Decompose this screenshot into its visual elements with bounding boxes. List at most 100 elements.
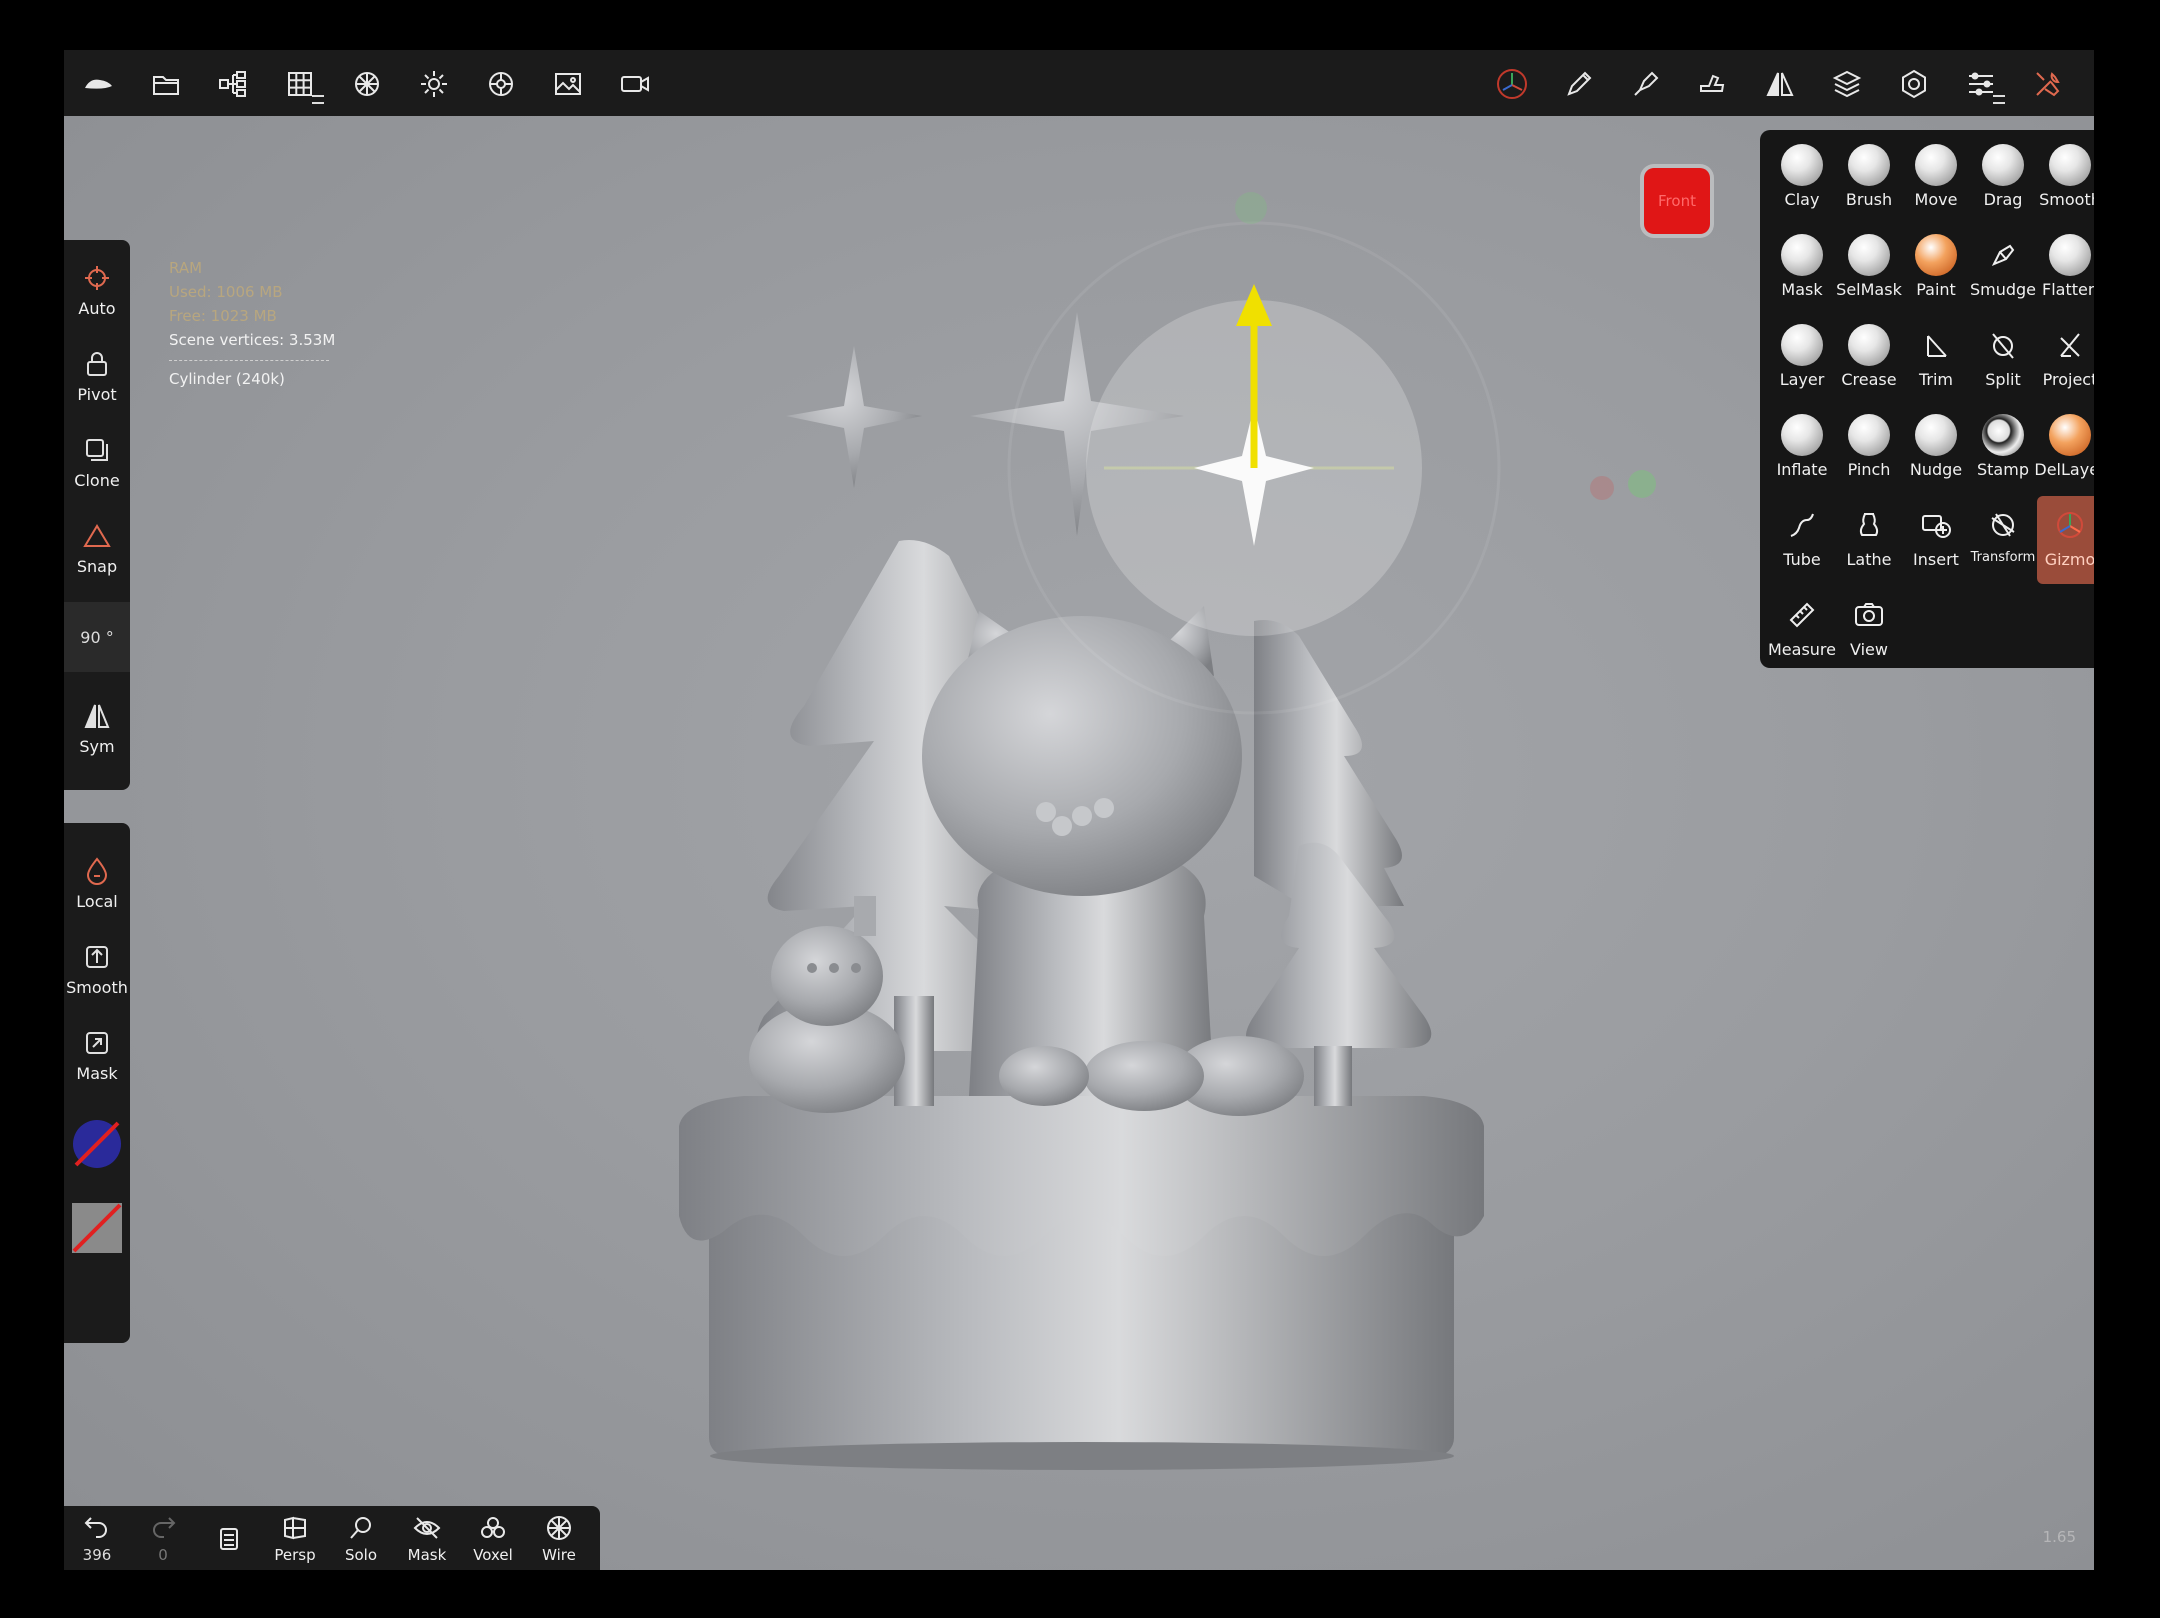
tool-selmask[interactable]: SelMask xyxy=(1836,226,1902,314)
search-icon xyxy=(350,1517,371,1539)
tool-measure[interactable]: Measure xyxy=(1768,586,1836,674)
tool-crease[interactable]: Crease xyxy=(1836,316,1902,404)
clay-icon xyxy=(1781,144,1823,186)
mask-icon xyxy=(1781,234,1823,276)
sym-label: Sym xyxy=(79,736,115,756)
crease-icon xyxy=(1848,324,1890,366)
undo-count: 396 xyxy=(82,1546,112,1564)
redo-button[interactable]: 0 xyxy=(130,1510,196,1568)
tools-panel: Clay Brush Move Drag Smooth Mask SelMask… xyxy=(1760,130,2094,668)
voxel-button[interactable]: Voxel xyxy=(460,1510,526,1568)
trim-icon xyxy=(1915,324,1957,366)
stamp-icon xyxy=(1982,414,2024,456)
settings-icon[interactable] xyxy=(1892,62,1936,106)
tool-view[interactable]: View xyxy=(1836,586,1902,674)
tool-smudge[interactable]: Smudge xyxy=(1970,226,2036,314)
tool-inflate[interactable]: Inflate xyxy=(1769,406,1835,494)
drag-icon xyxy=(1982,144,2024,186)
mask-visibility-button[interactable]: Mask xyxy=(394,1510,460,1568)
ram-free: Free: 1023 MB xyxy=(169,307,277,325)
app-logo-icon[interactable] xyxy=(76,62,120,106)
mask-toggle[interactable]: Mask xyxy=(64,1015,130,1095)
tool-tube[interactable]: Tube xyxy=(1769,496,1835,584)
view-cube-front[interactable]: Front xyxy=(1644,168,1710,234)
perspective-icon xyxy=(284,1516,306,1540)
pivot-button[interactable]: Pivot xyxy=(64,336,130,416)
view-camera-icon xyxy=(1848,594,1890,636)
tool-mask[interactable]: Mask xyxy=(1769,226,1835,314)
material-icon[interactable] xyxy=(345,62,389,106)
tool-nudge[interactable]: Nudge xyxy=(1903,406,1969,494)
tool-drag[interactable]: Drag xyxy=(1970,136,2036,224)
tool-flatten[interactable]: Flatten xyxy=(2037,226,2094,314)
clone-button[interactable]: Clone xyxy=(64,422,130,502)
sym-button[interactable]: Sym xyxy=(64,688,130,768)
color-swatch[interactable] xyxy=(72,1119,122,1169)
symmetry-icon[interactable] xyxy=(1758,62,1802,106)
left-panel-brush: Local Smooth Mask xyxy=(64,823,130,1343)
tool-move[interactable]: Move xyxy=(1903,136,1969,224)
tool-brush[interactable]: Brush xyxy=(1836,136,1902,224)
solo-button[interactable]: Solo xyxy=(328,1510,394,1568)
nudge-icon xyxy=(1915,414,1957,456)
auto-label: Auto xyxy=(78,298,116,318)
undo-icon xyxy=(84,1517,107,1538)
light-icon[interactable] xyxy=(412,62,456,106)
filter-icon[interactable] xyxy=(479,62,523,106)
selected-object: Cylinder (240k) xyxy=(169,370,285,388)
snap-angle-field[interactable]: 90 ° xyxy=(64,602,130,672)
mask-label: Mask xyxy=(76,1063,118,1083)
tool-transform[interactable]: Transform xyxy=(1970,496,2036,584)
wire-button[interactable]: Wire xyxy=(526,1510,592,1568)
auto-button[interactable]: Auto xyxy=(64,250,130,330)
smudge-tool-icon[interactable] xyxy=(1691,62,1735,106)
gizmo-axis-icon[interactable] xyxy=(1490,62,1534,106)
tool-split[interactable]: Split xyxy=(1970,316,2036,404)
transform-icon xyxy=(1982,504,2024,546)
tool-dellayer[interactable]: DelLayer xyxy=(2034,406,2094,494)
move-icon xyxy=(1915,144,1957,186)
tools-icon[interactable] xyxy=(2026,62,2070,106)
tool-stamp[interactable]: Stamp xyxy=(1970,406,2036,494)
tool-insert[interactable]: Insert xyxy=(1903,496,1969,584)
menu-button[interactable] xyxy=(196,1510,262,1568)
pen-icon[interactable] xyxy=(1557,62,1601,106)
layers-icon[interactable] xyxy=(1825,62,1869,106)
brush-icon xyxy=(1848,144,1890,186)
tool-gizmo[interactable]: Gizmo xyxy=(2037,496,2094,584)
sliders-icon[interactable] xyxy=(1959,62,2005,106)
voxel-icon xyxy=(481,1517,505,1538)
tool-pinch[interactable]: Pinch xyxy=(1836,406,1902,494)
camera-icon[interactable] xyxy=(613,62,657,106)
persp-button[interactable]: Persp xyxy=(262,1510,328,1568)
snap-button[interactable]: Snap xyxy=(64,508,130,588)
background-icon[interactable] xyxy=(546,62,590,106)
tool-paint[interactable]: Paint xyxy=(1903,226,1969,314)
material-swatch[interactable] xyxy=(72,1203,122,1253)
top-toolbar xyxy=(64,50,2094,116)
tool-smooth[interactable]: Smooth xyxy=(2037,136,2094,224)
version-label: 1.65 xyxy=(2042,1528,2076,1546)
bottom-toolbar: 396 0 Persp Solo Mask Voxel Wire xyxy=(64,1506,600,1570)
local-label: Local xyxy=(76,891,118,911)
tool-lathe[interactable]: Lathe xyxy=(1836,496,1902,584)
undo-button[interactable]: 396 xyxy=(64,1510,130,1568)
tool-clay[interactable]: Clay xyxy=(1769,136,1835,224)
scene-tree-icon[interactable] xyxy=(211,62,255,106)
brush-pen-icon[interactable] xyxy=(1624,62,1668,106)
redo-icon xyxy=(153,1517,176,1538)
tool-project[interactable]: Project xyxy=(2037,316,2094,404)
dellayer-icon xyxy=(2049,414,2091,456)
tool-layer[interactable]: Layer xyxy=(1769,316,1835,404)
submenu-indicator xyxy=(1993,95,2005,104)
tube-icon xyxy=(1781,504,1823,546)
folder-icon[interactable] xyxy=(144,62,188,106)
tool-trim[interactable]: Trim xyxy=(1903,316,1969,404)
local-button[interactable]: Local xyxy=(64,843,130,923)
info-divider xyxy=(169,360,329,361)
grid-icon[interactable] xyxy=(278,62,324,106)
paint-icon xyxy=(1915,234,1957,276)
document-icon xyxy=(220,1528,238,1550)
smooth-toggle[interactable]: Smooth xyxy=(64,929,130,1009)
snap-label: Snap xyxy=(76,556,118,576)
